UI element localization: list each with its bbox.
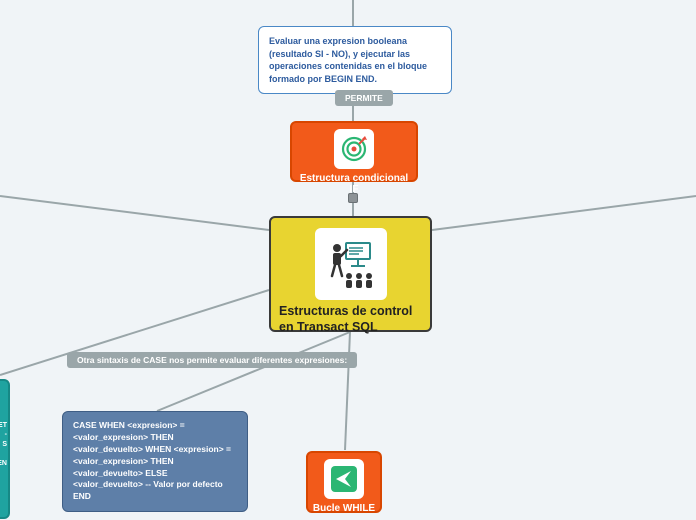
node-root[interactable]: Estructuras de control en Transact SQL — [269, 216, 432, 332]
edge-label-case-text: Otra sintaxis de CASE nos permite evalua… — [77, 355, 347, 365]
presentation-icon — [315, 228, 387, 300]
note-case-code: CASE WHEN <expresion> = <valor_expresion… — [62, 411, 248, 512]
send-icon — [324, 459, 364, 499]
note-if-description: Evaluar una expresion booleana (resultad… — [258, 26, 452, 94]
node-if-title: Estructura condicional IF — [292, 173, 416, 195]
node-fragment-left[interactable]: ET - S EN — [0, 379, 10, 519]
note-if-text: Evaluar una expresion booleana (resultad… — [269, 36, 427, 84]
node-while-title: Bucle WHILE — [308, 503, 380, 514]
collapse-toggle-icon[interactable] — [348, 193, 358, 203]
edge-label-permite: PERMITE — [335, 90, 393, 106]
note-case-text: CASE WHEN <expresion> = <valor_expresion… — [73, 420, 231, 501]
node-root-title: Estructuras de control en Transact SQL — [273, 304, 428, 341]
edge-label-case: Otra sintaxis de CASE nos permite evalua… — [67, 352, 357, 368]
target-icon — [334, 129, 374, 169]
edge-label-permite-text: PERMITE — [345, 93, 383, 103]
node-if[interactable]: Estructura condicional IF — [290, 121, 418, 182]
node-while[interactable]: Bucle WHILE — [306, 451, 382, 513]
fragment-text: ET - S EN — [0, 381, 8, 468]
